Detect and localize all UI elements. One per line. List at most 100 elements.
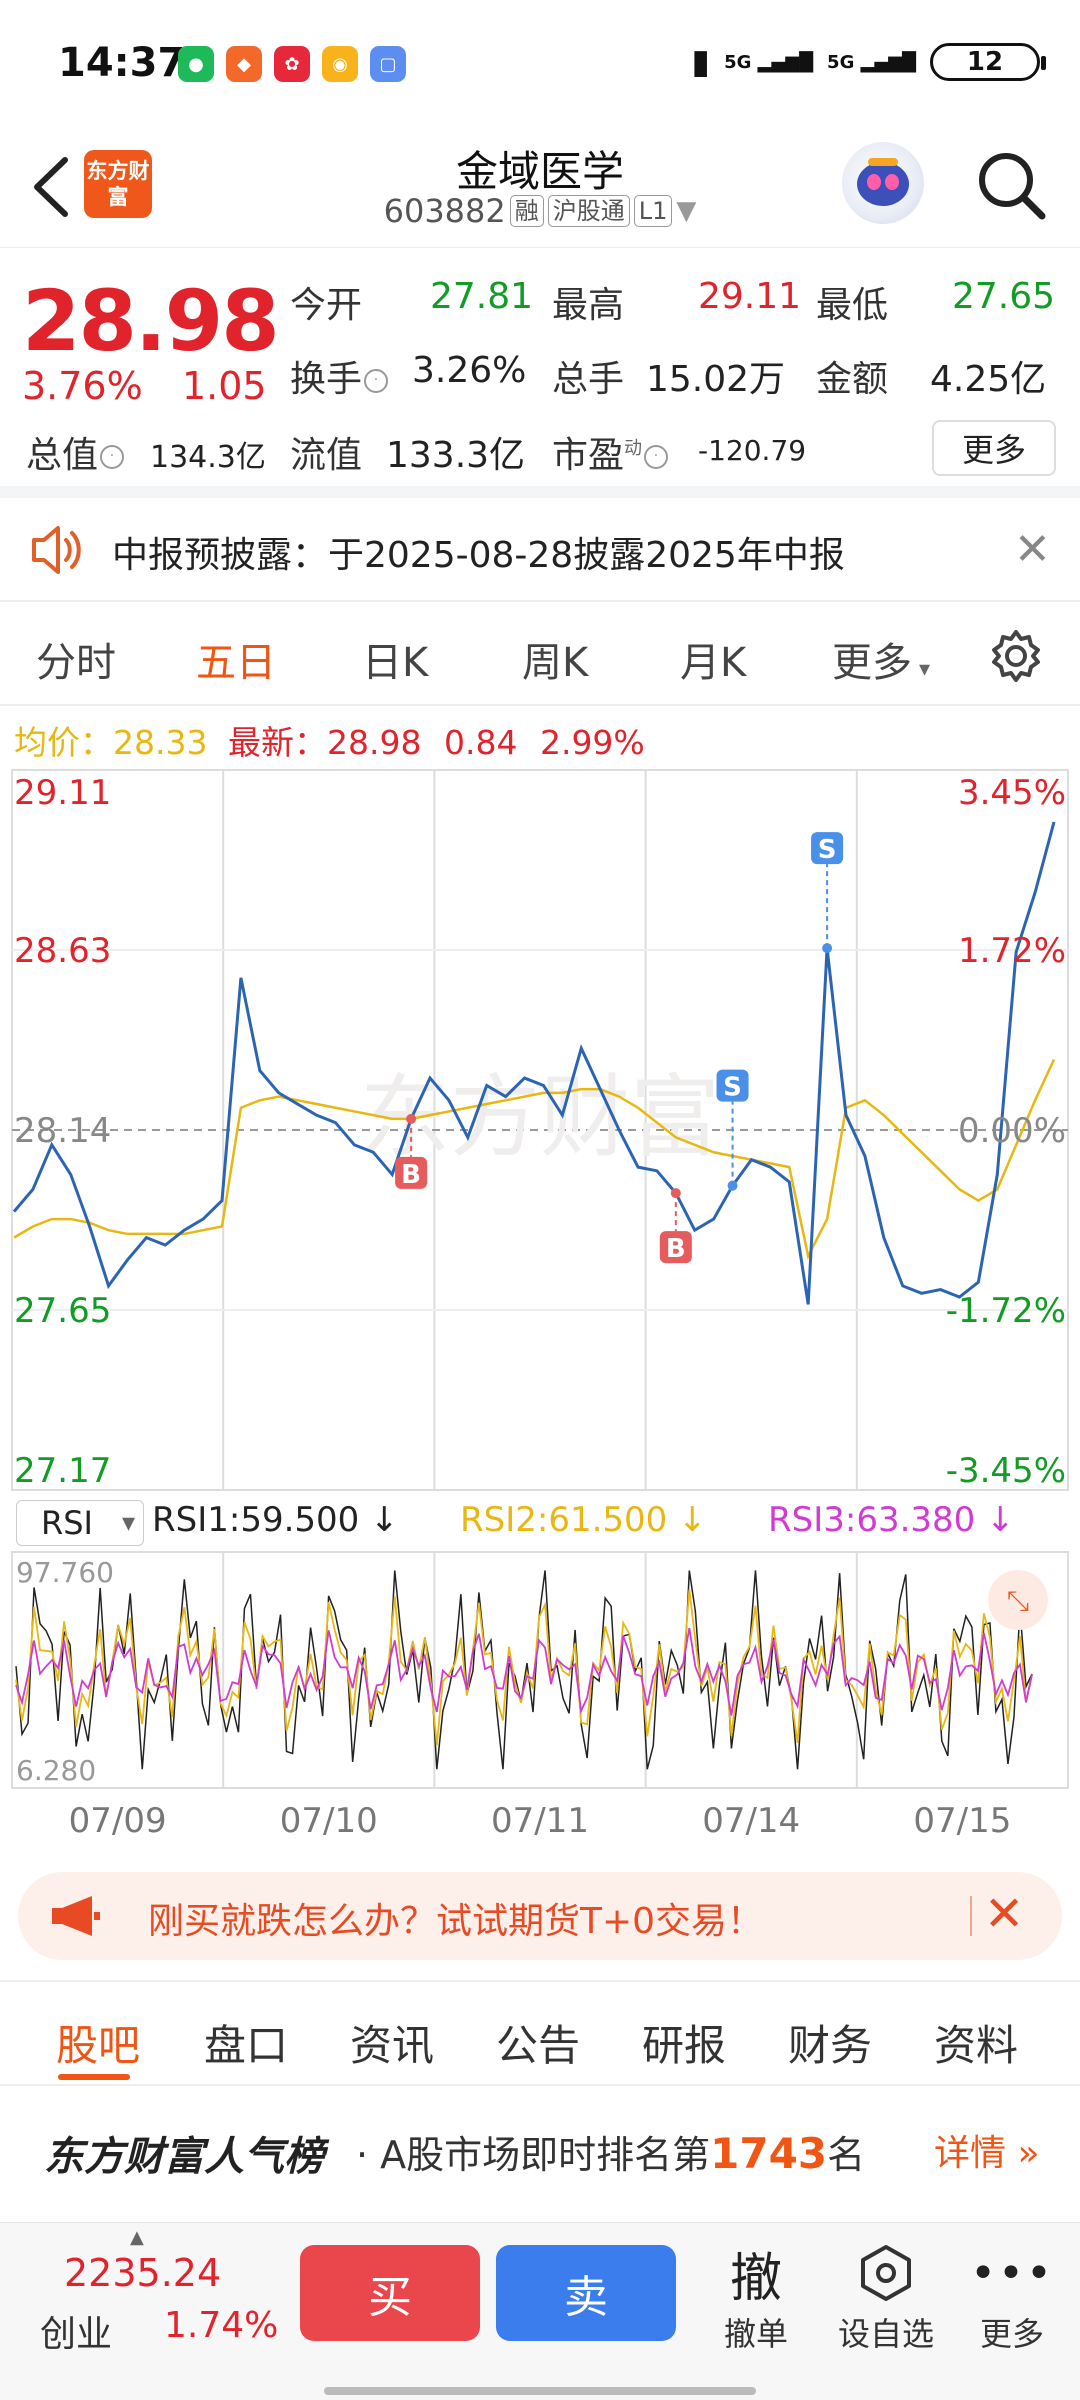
turnover-label-text: 换手 bbox=[290, 359, 363, 400]
mktcap-label[interactable]: 总值 · bbox=[26, 426, 126, 478]
close-icon[interactable]: ✕ bbox=[984, 1886, 1024, 1942]
amount-label: 金额 bbox=[816, 359, 889, 400]
avg-value: 28.33 bbox=[113, 723, 208, 762]
watchlist-icon bbox=[826, 2241, 946, 2305]
tab-guba[interactable]: 股吧 bbox=[56, 2012, 140, 2073]
margin-tag: 融 bbox=[509, 195, 544, 227]
bottom-dock: ▲ 2235.24 创业 1.74% 买 卖 撤 撤单 设自选 ••• 更多 bbox=[0, 2222, 1080, 2400]
marker-label: B bbox=[401, 1160, 421, 1190]
date-label: 07/10 bbox=[280, 1801, 378, 1841]
five-day-chart[interactable]: 东方财富 29.11 3.45% 28.63 1.72% 28.14 0.00% 27.65-… bbox=[0, 768, 1080, 1848]
stock-header: 东方财富 金域医学 603882 融 沪股通 L1 ▼ bbox=[0, 130, 1080, 248]
more-quote-button[interactable]: 更多 bbox=[932, 420, 1056, 476]
volume-label: 总手 bbox=[552, 359, 625, 400]
status-right: ▮ 5G ▂▄▆█ 5G ▂▄▆█ 12 bbox=[691, 42, 1046, 82]
battery-icon: 12 bbox=[930, 43, 1046, 81]
tab-profile[interactable]: 资料 bbox=[934, 2012, 1018, 2073]
rsi2-label: RSI2:61.500 ↓ bbox=[460, 1500, 707, 1540]
index-pct: 1.74% bbox=[164, 2305, 279, 2346]
pct-axis-label: -1.72% bbox=[946, 1291, 1066, 1331]
high-label: 最高 bbox=[552, 285, 625, 326]
popularity-detail-link[interactable]: 详情 » bbox=[934, 2124, 1039, 2176]
marker-label: S bbox=[818, 835, 837, 865]
status-bar: 14:37 ● ◆ ✿ ◉ ▢ ▮ 5G ▂▄▆█ 5G ▂▄▆█ 12 bbox=[0, 0, 1080, 130]
vibrate-icon: ▮ bbox=[691, 42, 711, 82]
rsi-max-label: 97.760 bbox=[16, 1556, 114, 1589]
price-axis-label: 28.63 bbox=[14, 931, 111, 971]
level-tag: L1 bbox=[633, 195, 673, 227]
gear-icon[interactable] bbox=[988, 628, 1044, 684]
cancel-icon: 撤 bbox=[729, 2248, 782, 2309]
add-watchlist-button[interactable]: 设自选 bbox=[826, 2241, 946, 2355]
detail-label: 详情 bbox=[934, 2133, 1007, 2174]
buy-button[interactable]: 买 bbox=[300, 2245, 480, 2341]
latest-pct: 2.99% bbox=[539, 723, 645, 762]
info-tabs: 股吧 盘口 资讯 公告 研报 财务 资料 bbox=[0, 1980, 1080, 2086]
pe-sup: 动 bbox=[624, 438, 643, 459]
info-icon: · bbox=[644, 445, 669, 469]
caret-down-icon: ▾ bbox=[912, 657, 931, 682]
popularity-row[interactable]: 东方财富人气榜 · A股市场即时排名第1743名 详情 » bbox=[0, 2086, 1080, 2218]
tab-intraday[interactable]: 分时 bbox=[36, 630, 116, 688]
trade-point bbox=[670, 1188, 681, 1199]
chat-icon: ▢ bbox=[370, 46, 406, 82]
pe-label[interactable]: 市盈动 · bbox=[552, 426, 670, 478]
more-button[interactable]: ••• 更多 bbox=[952, 2241, 1072, 2355]
tab-five-day[interactable]: 五日 bbox=[196, 630, 276, 688]
more-dots-icon: ••• bbox=[970, 2247, 1054, 2299]
signal-icon: 5G ▂▄▆█ bbox=[724, 51, 814, 73]
signal-icon: 5G ▂▄▆█ bbox=[827, 51, 916, 73]
tab-research[interactable]: 研报 bbox=[642, 2012, 726, 2073]
speaker-icon bbox=[26, 522, 86, 582]
trade-point bbox=[822, 943, 833, 954]
price-axis-label: 27.17 bbox=[14, 1451, 111, 1491]
pe-value: -120.79 bbox=[698, 434, 807, 467]
rsi1-label: RSI1:59.500 ↓ bbox=[152, 1500, 399, 1540]
cancel-order-button[interactable]: 撤 撤单 bbox=[696, 2241, 816, 2355]
date-label: 07/14 bbox=[702, 1801, 800, 1841]
home-indicator bbox=[324, 2387, 756, 2395]
tab-more-label: 更多 bbox=[832, 640, 912, 686]
search-icon[interactable] bbox=[974, 148, 1048, 222]
promo-text: 刚买就跌怎么办？试试期货T+0交易！ bbox=[148, 1901, 764, 1942]
tab-monthly-k[interactable]: 月K bbox=[680, 630, 746, 688]
status-time: 14:37 bbox=[58, 40, 186, 86]
marker-label: B bbox=[666, 1234, 686, 1264]
pct-axis-label: 0.00% bbox=[958, 1111, 1066, 1151]
index-value[interactable]: 2235.24 bbox=[64, 2251, 221, 2295]
tab-more[interactable]: 更多 ▾ bbox=[832, 630, 930, 688]
date-label: 07/09 bbox=[69, 1801, 167, 1841]
tab-daily-k[interactable]: 日K bbox=[362, 630, 428, 688]
index-name[interactable]: 创业 bbox=[40, 2305, 112, 2357]
more-label: 更多 bbox=[979, 2315, 1044, 2353]
assistant-robot-icon[interactable] bbox=[842, 142, 924, 224]
weibo-icon: ◉ bbox=[322, 46, 358, 82]
avg-label: 均价： bbox=[14, 723, 113, 762]
promo-banner[interactable]: 刚买就跌怎么办？试试期货T+0交易！ ✕ bbox=[18, 1872, 1062, 1960]
turnover-label[interactable]: 换手 · bbox=[290, 350, 390, 402]
tab-news[interactable]: 资讯 bbox=[350, 2012, 434, 2073]
pct-axis-label: -3.45% bbox=[946, 1451, 1066, 1491]
popularity-suffix: 名 bbox=[827, 2133, 866, 2177]
change-pct: 3.76% bbox=[22, 364, 143, 408]
tab-finance[interactable]: 财务 bbox=[788, 2012, 872, 2073]
rsi-min-label: 6.280 bbox=[16, 1754, 96, 1787]
sell-button[interactable]: 卖 bbox=[496, 2245, 676, 2341]
price-axis-label: 28.14 bbox=[14, 1111, 111, 1151]
tab-announcements[interactable]: 公告 bbox=[496, 2012, 580, 2073]
rsi-indicator-select[interactable]: RSI bbox=[16, 1500, 144, 1546]
notice-text: 中报预披露：于2025-08-28披露2025年中报 bbox=[112, 535, 845, 576]
notice-bar[interactable]: 中报预披露：于2025-08-28披露2025年中报 ✕ bbox=[0, 498, 1080, 602]
divider bbox=[970, 1896, 972, 1936]
tab-orderbook[interactable]: 盘口 bbox=[204, 2012, 288, 2073]
latest-value: 28.98 bbox=[326, 723, 422, 762]
open-value: 27.81 bbox=[430, 276, 534, 317]
tab-weekly-k[interactable]: 周K bbox=[522, 630, 588, 688]
close-icon[interactable]: ✕ bbox=[1014, 524, 1051, 575]
connect-tag: 沪股通 bbox=[547, 195, 630, 227]
date-label: 07/11 bbox=[491, 1801, 589, 1841]
change-value: 1.05 bbox=[182, 364, 267, 408]
amount-value: 4.25亿 bbox=[930, 359, 1047, 400]
popularity-rank: 1743 bbox=[710, 2129, 828, 2178]
trade-point bbox=[406, 1113, 417, 1124]
